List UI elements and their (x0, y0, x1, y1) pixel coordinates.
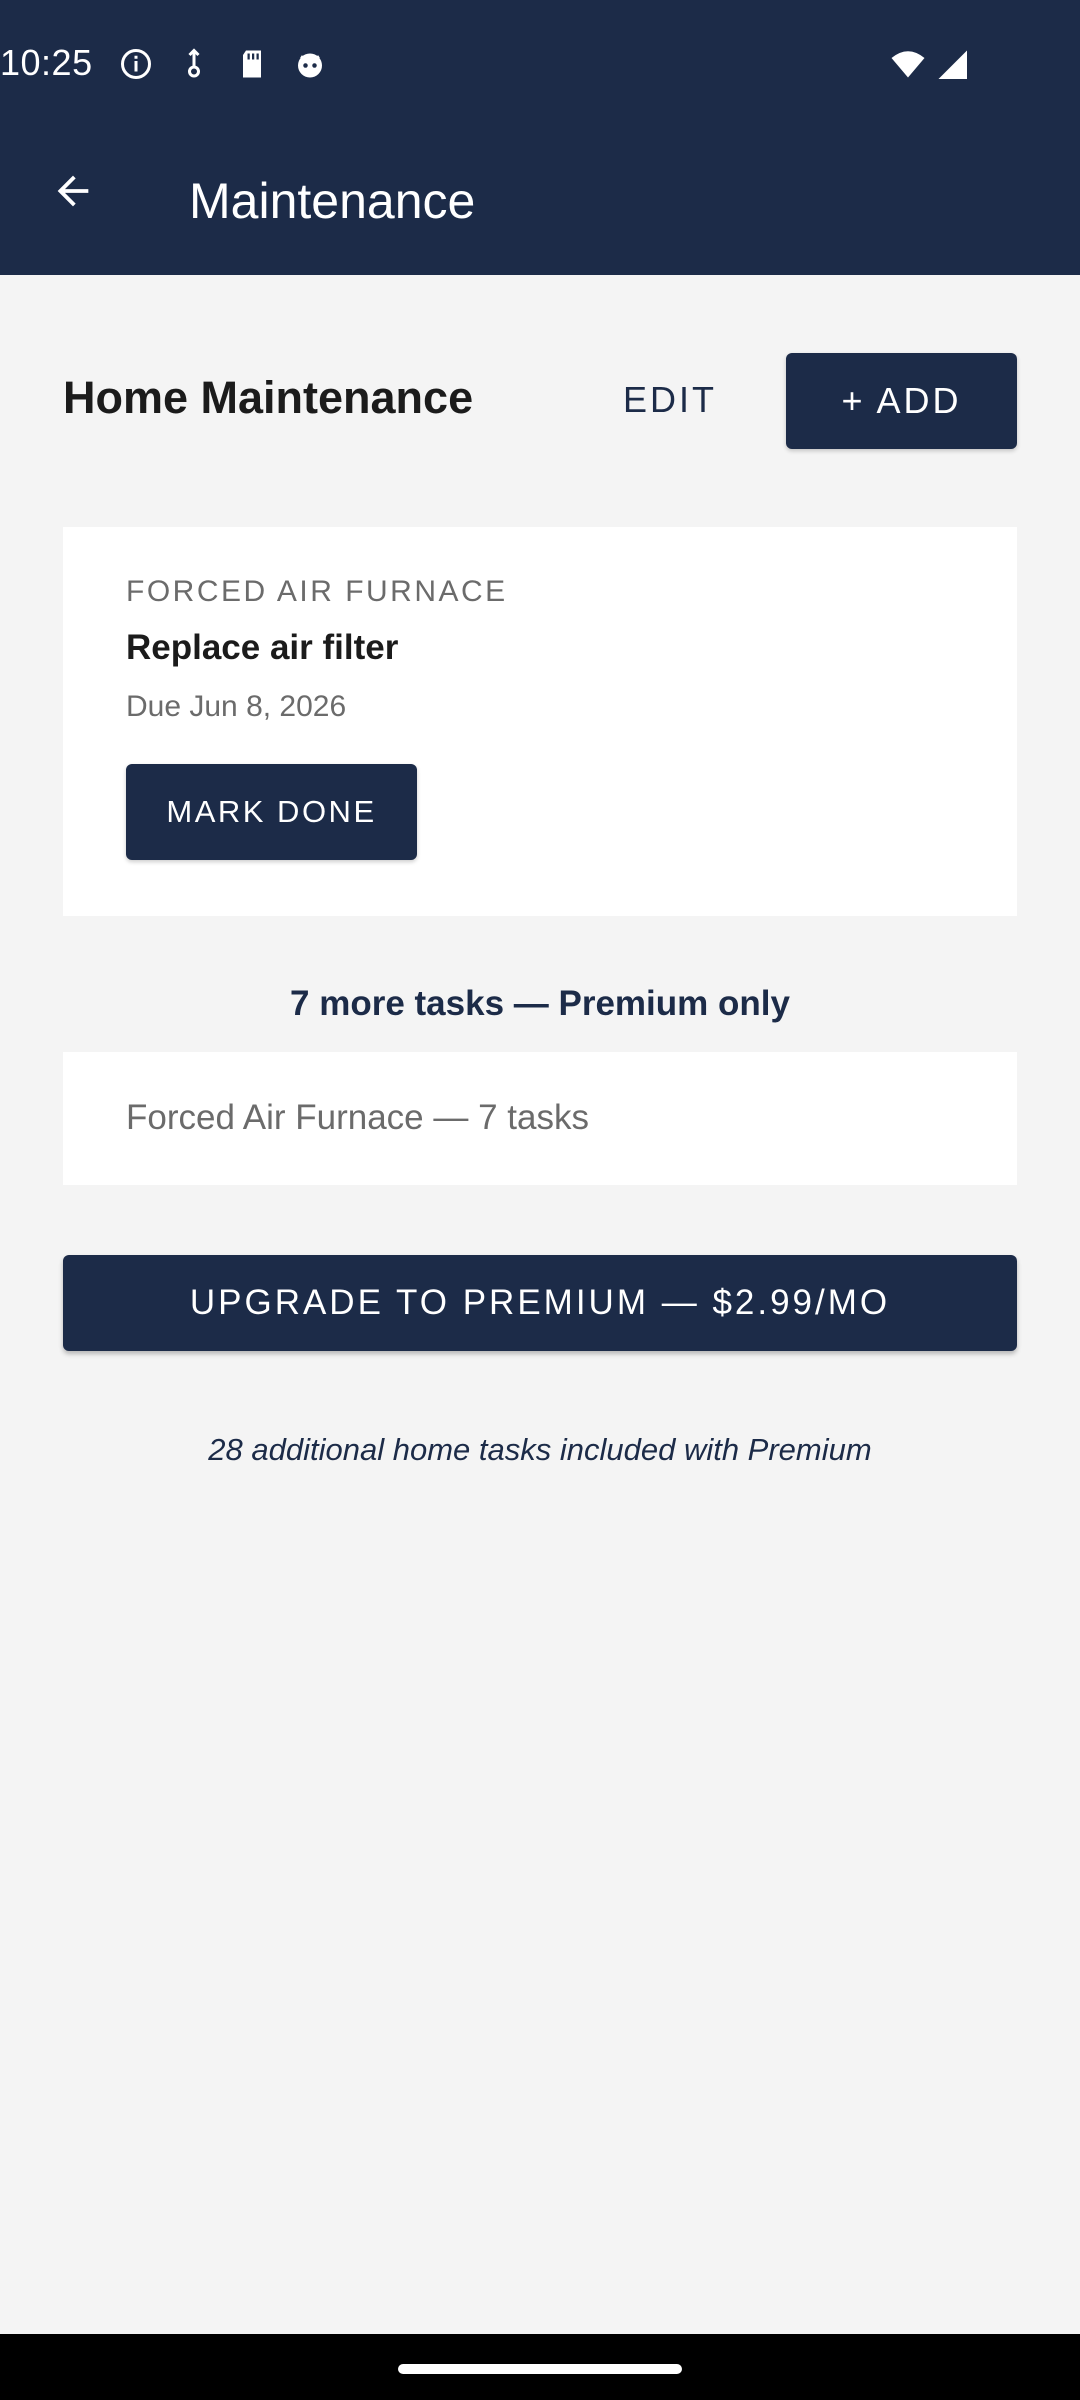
page-title: Maintenance (189, 173, 476, 229)
sd-card-icon (234, 46, 270, 82)
locked-task-group-card: Forced Air Furnace — 7 tasks (63, 1052, 1017, 1185)
cell-signal-icon (934, 46, 970, 82)
add-button[interactable]: + ADD (786, 353, 1017, 449)
app-bar: Maintenance (0, 130, 1080, 275)
home-indicator[interactable] (398, 2364, 682, 2374)
usb-debug-icon (176, 46, 212, 82)
mark-done-button[interactable]: MARK DONE (126, 764, 417, 860)
locked-task-group-label: Forced Air Furnace — 7 tasks (126, 1098, 589, 1137)
info-circle-icon (118, 46, 154, 82)
task-due-date: Due Jun 8, 2026 (126, 690, 347, 723)
edit-button[interactable]: EDIT (600, 352, 740, 448)
notification-face-icon (292, 46, 328, 82)
premium-note: 28 additional home tasks included with P… (208, 1432, 872, 1467)
back-button[interactable] (40, 160, 106, 226)
premium-heading: 7 more tasks — Premium only (290, 984, 790, 1023)
section-title: Home Maintenance (63, 372, 474, 423)
status-time: 10:25 (0, 42, 93, 83)
status-bar: 10:25 (0, 0, 1080, 130)
task-name: Replace air filter (126, 628, 399, 667)
upgrade-premium-button[interactable]: UPGRADE TO PREMIUM — $2.99/MO (63, 1255, 1017, 1351)
task-category: FORCED AIR FURNACE (126, 575, 508, 608)
wifi-icon (890, 46, 926, 82)
navigation-bar (0, 2334, 1080, 2400)
task-card: FORCED AIR FURNACE Replace air filter Du… (63, 527, 1017, 916)
arrow-back-icon (50, 168, 96, 219)
